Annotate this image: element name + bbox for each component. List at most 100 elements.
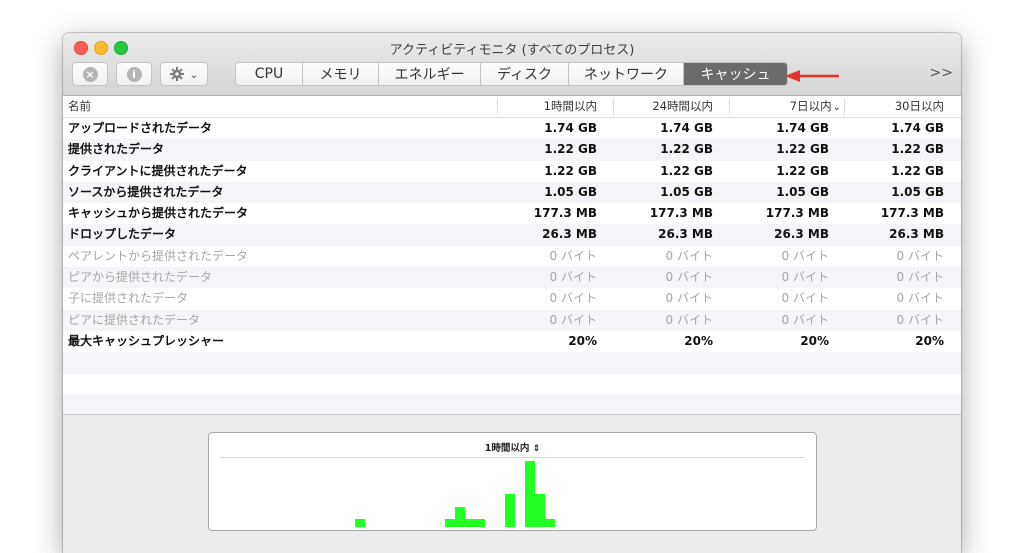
graph-bar (505, 494, 515, 527)
tab-cpu[interactable]: CPU (236, 63, 303, 85)
row-value: 1.74 GB (776, 121, 829, 135)
row-value: 26.3 MB (542, 227, 597, 242)
row-value: 0 バイト (549, 248, 597, 263)
row-name: ピアから提供されたデータ (68, 270, 213, 285)
row-value: 20% (568, 333, 597, 348)
table-row[interactable] (63, 394, 961, 417)
row-value: 26.3 MB (889, 227, 944, 242)
row-value: 0 バイト (896, 248, 944, 263)
tab-disk[interactable]: ディスク (481, 63, 569, 85)
table-row[interactable]: アップロードされたデータ 1.74 GB 1.74 GB 1.74 GB 1.74 GB (63, 118, 961, 139)
table-row[interactable]: キャッシュから提供されたデータ 177.3 MB 177.3 MB 177.3 MB 1… (63, 203, 961, 224)
row-value: 177.3 MB (649, 206, 713, 221)
row-value: 0 バイト (781, 248, 829, 263)
row-value: 0 バイト (896, 270, 944, 285)
table-row[interactable]: 最大キャッシュプレッシャー 20% 20% 20% 20% (63, 331, 961, 352)
table-row[interactable]: ピアから提供されたデータ 0 バイト 0 バイト 0 バイト 0 バイト (63, 267, 961, 289)
action-menu-button[interactable]: ⌄ (160, 62, 208, 86)
table-row[interactable] (63, 352, 961, 374)
table-body: アップロードされたデータ 1.74 GB 1.74 GB 1.74 GB 1.74 GB… (63, 118, 961, 417)
row-value: 1.05 GB (891, 184, 944, 199)
column-header-1h[interactable]: 1時間以内 (498, 96, 597, 117)
row-value: 0 バイト (549, 270, 597, 285)
tab-network[interactable]: ネットワーク (569, 63, 684, 85)
row-value: 1.22 GB (544, 163, 597, 178)
row-name: ソースから提供されたデータ (68, 184, 224, 199)
row-value: 177.3 MB (765, 206, 829, 221)
row-value: 1.22 GB (660, 163, 713, 178)
row-value: 177.3 MB (880, 206, 944, 221)
bottom-panel: 1時間以内 ⇕ (63, 414, 961, 553)
row-name: 子に提供されたデータ (68, 291, 189, 306)
stop-process-icon: × (82, 66, 98, 82)
row-value: 0 バイト (781, 270, 829, 285)
table-header: 名前 1時間以内 24時間以内 7日以内⌄ 30日以内 (63, 96, 961, 118)
column-header-7d[interactable]: 7日以内⌄ (730, 96, 841, 117)
table-row[interactable]: 提供されたデータ 1.22 GB 1.22 GB 1.22 GB 1.22 GB (63, 139, 961, 161)
row-name: ドロップしたデータ (68, 227, 177, 242)
graph-bar (465, 519, 475, 527)
row-value: 20% (800, 333, 829, 348)
row-value: 20% (684, 333, 713, 348)
row-value: 1.22 GB (544, 142, 597, 157)
row-value: 26.3 MB (658, 227, 713, 242)
row-name: アップロードされたデータ (68, 121, 213, 135)
window-title: アクティビティモニタ (すべてのプロセス) (389, 43, 635, 58)
row-name: キャッシュから提供されたデータ (68, 206, 249, 221)
graph-bar (525, 461, 535, 527)
column-header-30d[interactable]: 30日以内 (845, 96, 944, 117)
row-value: 0 バイト (781, 312, 829, 327)
row-value: 1.22 GB (776, 163, 829, 178)
row-name: クライアントに提供されたデータ (68, 163, 248, 178)
cache-graph-chart (355, 461, 555, 527)
row-name: ピアに提供されたデータ (68, 312, 201, 327)
table-row[interactable]: ピアに提供されたデータ 0 バイト 0 バイト 0 バイト 0 バイト (63, 309, 961, 331)
title-bar: アクティビティモニタ (すべてのプロセス) × i ⌄ CPU メモリ エネルギ… (63, 33, 961, 96)
row-value: 1.05 GB (660, 184, 713, 199)
inspect-process-button[interactable]: i (116, 62, 152, 86)
row-value: 0 バイト (665, 270, 713, 285)
table-row[interactable]: ドロップしたデータ 26.3 MB 26.3 MB 26.3 MB 26.3 MB (63, 224, 961, 246)
sort-descending-icon: ⌄ (832, 102, 841, 113)
graph-bar (445, 519, 455, 527)
row-value: 0 バイト (665, 312, 713, 327)
row-name: ペアレントから提供されたデータ (68, 248, 249, 263)
stop-process-button[interactable]: × (72, 62, 108, 86)
row-value: 0 バイト (896, 312, 944, 327)
row-name: 最大キャッシュプレッシャー (68, 333, 225, 348)
row-value: 0 バイト (549, 312, 597, 327)
row-value: 20% (915, 333, 944, 348)
row-value: 1.22 GB (660, 142, 713, 157)
category-tabs: CPU メモリ エネルギー ディスク ネットワーク キャッシュ (235, 62, 788, 86)
cache-graph: 1時間以内 ⇕ (208, 432, 817, 531)
tab-energy[interactable]: エネルギー (379, 63, 481, 85)
column-header-name[interactable]: 名前 (68, 96, 91, 117)
row-value: 177.3 MB (533, 206, 597, 221)
graph-bar (535, 494, 545, 527)
row-value: 1.74 GB (891, 121, 944, 135)
table-row[interactable]: 子に提供されたデータ 0 バイト 0 バイト 0 バイト 0 バイト (63, 288, 961, 309)
row-value: 1.74 GB (544, 121, 597, 135)
table-row[interactable]: クライアントに提供されたデータ 1.22 GB 1.22 GB 1.22 GB 1.22… (63, 161, 961, 182)
row-value: 1.05 GB (776, 184, 829, 199)
table-row[interactable]: ソースから提供されたデータ 1.05 GB 1.05 GB 1.05 GB 1.05 G… (63, 181, 961, 204)
table-row[interactable] (63, 374, 961, 395)
tab-memory[interactable]: メモリ (303, 63, 379, 85)
gear-icon (170, 67, 185, 81)
cache-table: 名前 1時間以内 24時間以内 7日以内⌄ 30日以内 アップロードされたデータ… (63, 96, 961, 417)
column-header-24h[interactable]: 24時間以内 (614, 96, 713, 117)
info-icon: i (126, 66, 142, 82)
row-value: 0 バイト (896, 291, 944, 306)
graph-bar (355, 519, 365, 527)
row-value: 1.22 GB (891, 163, 944, 178)
row-value: 0 バイト (549, 291, 597, 306)
chevron-down-icon: ⌄ (189, 67, 199, 81)
row-value: 26.3 MB (774, 227, 829, 242)
activity-monitor-window: アクティビティモニタ (すべてのプロセス) × i ⌄ CPU メモリ エネルギ… (63, 33, 961, 553)
toolbar-overflow-button[interactable]: >> (930, 65, 953, 81)
table-row[interactable]: ペアレントから提供されたデータ 0 バイト 0 バイト 0 バイト 0 バイト (63, 246, 961, 267)
row-value: 0 バイト (781, 291, 829, 306)
row-value: 0 バイト (665, 291, 713, 306)
graph-bar (455, 507, 465, 527)
tab-cache[interactable]: キャッシュ (684, 63, 787, 85)
